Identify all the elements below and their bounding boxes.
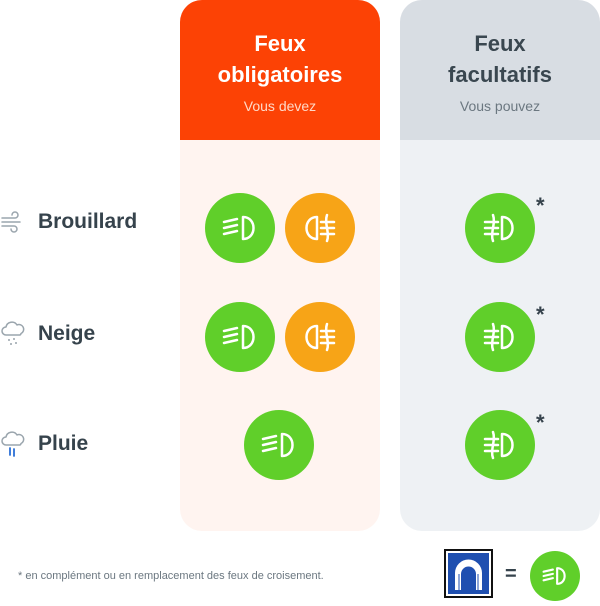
front-fog-icon: [465, 193, 535, 263]
row-label-brouillard: Brouillard: [0, 208, 137, 236]
wind-icon: [1, 211, 21, 233]
mandatory-column-title: Feux obligatoires: [217, 31, 343, 87]
dipped-beam-icon: [530, 551, 580, 601]
equals-sign: =: [505, 563, 517, 585]
dipped-beam-icon: [244, 410, 314, 480]
asterisk-marker: *: [536, 193, 545, 218]
row-label-text: Pluie: [38, 432, 89, 455]
rear-fog-icon: [285, 302, 355, 372]
rear-fog-icon: [285, 193, 355, 263]
asterisk-marker: *: [536, 410, 545, 435]
row-label-neige: Neige: [0, 318, 95, 350]
dipped-beam-icon: [205, 193, 275, 263]
optional-column-subtitle: Vous pouvez: [459, 98, 541, 114]
optional-column-title: Feux facultatifs: [448, 31, 552, 87]
row-label-pluie: Pluie: [0, 428, 88, 460]
dipped-beam-icon: [205, 302, 275, 372]
asterisk-marker: *: [536, 302, 545, 327]
mandatory-column-subtitle: Vous devez: [243, 98, 317, 114]
row-label-text: Brouillard: [38, 210, 138, 233]
front-fog-icon: [465, 410, 535, 480]
footnote: * en complément ou en remplacement des f…: [18, 570, 324, 582]
rain-cloud-icon: [1, 431, 25, 457]
row-label-text: Neige: [38, 322, 96, 345]
mandatory-column-header: Feux obligatoires Vous devez: [180, 0, 380, 140]
snow-cloud-icon: [1, 321, 25, 345]
optional-column-header: Feux facultatifs Vous pouvez: [400, 0, 600, 140]
front-fog-icon: [465, 302, 535, 372]
tunnel-sign-icon: [444, 549, 493, 598]
